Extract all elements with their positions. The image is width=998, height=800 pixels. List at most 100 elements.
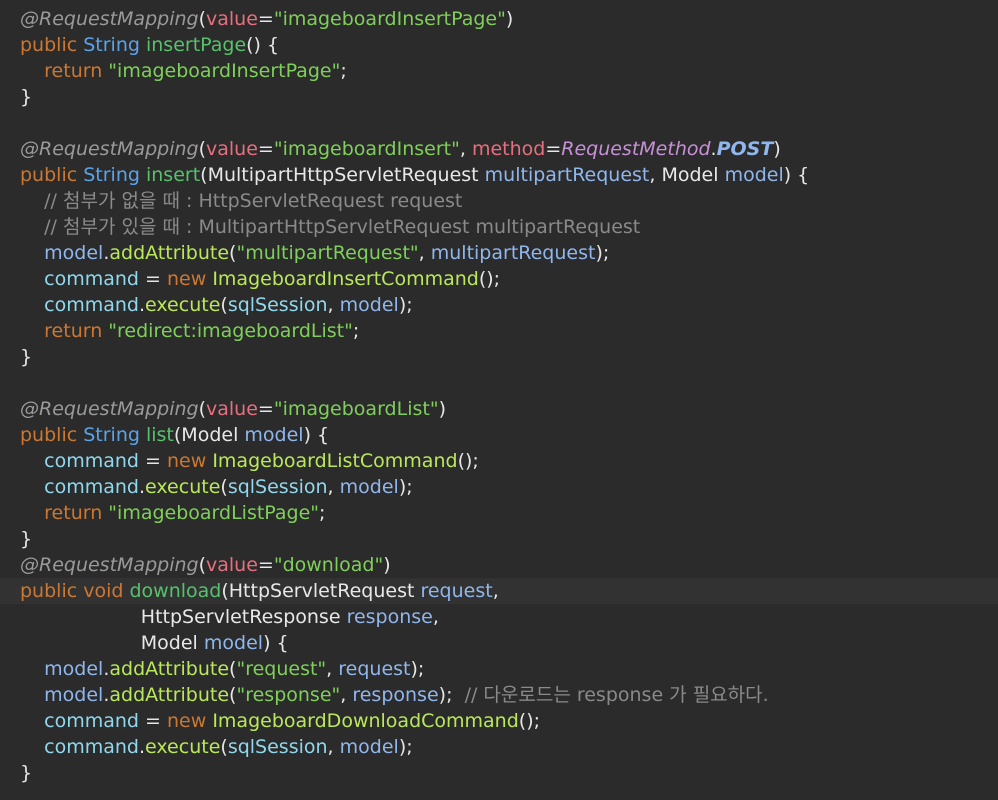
- code-line-text: @RequestMapping(value="imageboardInsertP…: [20, 6, 513, 32]
- code-line-text: model.addAttribute("request", request);: [20, 656, 424, 682]
- code-token: ): [383, 554, 391, 576]
- code-token: // 다운로드는 response 가 필요하다.: [464, 684, 769, 706]
- code-token: (: [198, 8, 206, 30]
- code-line[interactable]: model.addAttribute("request", request);: [0, 656, 998, 682]
- code-token: ,: [327, 294, 340, 316]
- code-line[interactable]: public String list(Model model) {: [0, 422, 998, 448]
- code-line[interactable]: [0, 370, 998, 396]
- code-token: RequestMethod: [561, 138, 711, 160]
- code-line-text: }: [20, 526, 32, 552]
- code-line[interactable]: }: [0, 760, 998, 786]
- code-line-text: return "imageboardInsertPage";: [20, 58, 347, 84]
- code-line[interactable]: }: [0, 84, 998, 110]
- code-line[interactable]: model.addAttribute("response", response)…: [0, 682, 998, 708]
- code-line[interactable]: @RequestMapping(value="download"): [0, 552, 998, 578]
- code-token: ): [505, 8, 514, 30]
- code-token: );: [398, 476, 413, 498]
- code-line[interactable]: @RequestMapping(value="imageboardInsertP…: [0, 6, 998, 32]
- code-token: return: [20, 320, 109, 342]
- code-line[interactable]: public String insert(MultipartHttpServle…: [0, 162, 998, 188]
- code-token: command: [20, 736, 139, 758]
- code-line[interactable]: public String insertPage() {: [0, 32, 998, 58]
- code-line[interactable]: }: [0, 526, 998, 552]
- code-line[interactable]: command.execute(sqlSession, model);: [0, 734, 998, 760]
- code-token: // 첨부가 있을 때 : MultipartHttpServletReques…: [20, 216, 641, 238]
- code-line-text: public String list(Model model) {: [20, 422, 329, 448]
- code-token: ,: [459, 138, 472, 160]
- code-token: execute: [145, 476, 221, 498]
- code-token: (: [220, 736, 228, 758]
- code-token: "multipartRequest": [236, 242, 419, 264]
- code-line-text: public void download(HttpServletRequest …: [20, 578, 499, 604]
- code-line-text: command.execute(sqlSession, model);: [20, 474, 413, 500]
- code-token: list: [145, 424, 174, 446]
- code-token: model: [339, 476, 399, 498]
- code-line[interactable]: return "redirect:imageboardList";: [0, 318, 998, 344]
- code-token: Model: [181, 424, 245, 446]
- code-line[interactable]: return "imageboardInsertPage";: [0, 58, 998, 84]
- code-token: );: [398, 294, 413, 316]
- code-token: ,: [340, 684, 353, 706]
- code-line-text: command = new ImageboardListCommand();: [20, 448, 479, 474]
- code-token: ImageboardInsertCommand: [212, 268, 479, 290]
- code-line[interactable]: command.execute(sqlSession, model);: [0, 292, 998, 318]
- code-token: HttpServletResponse: [20, 606, 347, 628]
- code-line-text: public String insertPage() {: [20, 32, 279, 58]
- code-token: ): [773, 138, 781, 160]
- code-token: }: [20, 528, 33, 550]
- code-line-text: command.execute(sqlSession, model);: [20, 734, 412, 760]
- code-line[interactable]: command.execute(sqlSession, model);: [0, 474, 998, 500]
- code-token: ImageboardListCommand: [212, 450, 458, 472]
- code-token: sqlSession: [227, 736, 328, 758]
- code-line[interactable]: Model model) {: [0, 630, 998, 656]
- code-token: =: [257, 8, 274, 30]
- code-line[interactable]: command = new ImageboardDownloadCommand(…: [0, 708, 998, 734]
- code-token: }: [20, 346, 33, 368]
- code-token: insert: [145, 164, 201, 186]
- code-line[interactable]: [0, 110, 998, 136]
- code-token: request: [420, 580, 493, 602]
- code-token: @RequestMapping: [20, 398, 199, 420]
- code-token: method: [471, 138, 546, 160]
- code-token: ();: [457, 450, 479, 472]
- code-editor[interactable]: @RequestMapping(value="imageboardInsertP…: [0, 0, 998, 800]
- code-line[interactable]: command = new ImageboardInsertCommand();: [0, 266, 998, 292]
- code-token: }: [20, 86, 33, 108]
- code-token: POST: [716, 138, 774, 160]
- code-line-text: // 첨부가 있을 때 : MultipartHttpServletReques…: [20, 214, 640, 240]
- code-token: "imageboardListPage": [108, 502, 320, 524]
- code-line-text: }: [20, 84, 32, 110]
- code-token: (: [220, 294, 228, 316]
- code-token: multipartRequest: [484, 164, 650, 186]
- code-token: (: [198, 138, 206, 160]
- code-token: model: [20, 658, 104, 680]
- code-line[interactable]: public void download(HttpServletRequest …: [0, 578, 998, 604]
- code-token: ): [438, 398, 446, 420]
- code-line[interactable]: command = new ImageboardListCommand();: [0, 448, 998, 474]
- code-line[interactable]: @RequestMapping(value="imageboardList"): [0, 396, 998, 422]
- code-token: "imageboardInsert": [273, 138, 460, 160]
- code-line[interactable]: // 첨부가 있을 때 : MultipartHttpServletReques…: [0, 214, 998, 240]
- code-token: new: [167, 268, 213, 290]
- code-token: command: [20, 710, 139, 732]
- code-line[interactable]: return "imageboardListPage";: [0, 500, 998, 526]
- code-token: insertPage: [145, 34, 247, 56]
- code-token: // 첨부가 없을 때 : HttpServletRequest request: [20, 190, 463, 212]
- code-line[interactable]: // 첨부가 없을 때 : HttpServletRequest request: [0, 188, 998, 214]
- code-token: command: [20, 268, 139, 290]
- code-token: (: [198, 398, 206, 420]
- code-token: );: [438, 684, 465, 706]
- code-token: =: [545, 138, 562, 160]
- code-token: ImageboardDownloadCommand: [212, 710, 519, 732]
- code-token: );: [595, 242, 610, 264]
- code-line[interactable]: @RequestMapping(value="imageboardInsert"…: [0, 136, 998, 162]
- code-token: Model: [661, 164, 725, 186]
- code-line[interactable]: HttpServletResponse response,: [0, 604, 998, 630]
- code-line[interactable]: model.addAttribute("multipartRequest", m…: [0, 240, 998, 266]
- code-line[interactable]: }: [0, 344, 998, 370]
- code-token: String: [83, 424, 146, 446]
- code-token: "redirect:imageboardList": [108, 320, 353, 342]
- code-token: "request": [236, 658, 327, 680]
- code-token: =: [257, 138, 274, 160]
- code-line-text: @RequestMapping(value="imageboardList"): [20, 396, 446, 422]
